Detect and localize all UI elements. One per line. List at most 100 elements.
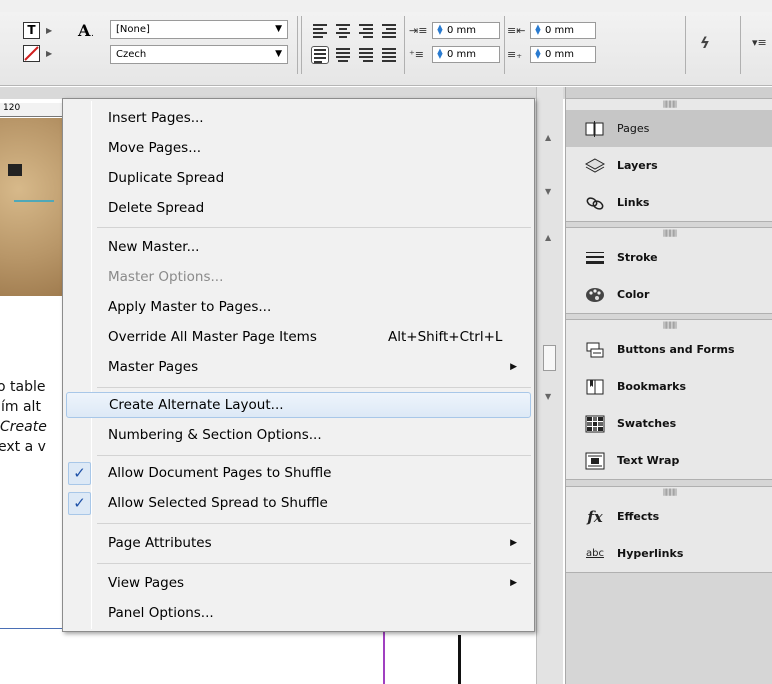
spinner-icon[interactable]: ▲ ▼ — [533, 48, 543, 60]
panel-item-pages[interactable]: Pages — [566, 110, 772, 147]
panel-item-label: Text Wrap — [617, 454, 680, 467]
hyperlinks-icon: abc — [586, 548, 604, 559]
triangle-right-icon[interactable]: ▶ — [46, 26, 52, 35]
scroll-up-icon[interactable]: ▲ — [545, 133, 551, 142]
menu-item-create-alternate-layout[interactable]: Create Alternate Layout... — [66, 392, 531, 418]
right-indent-field[interactable]: ▲ ▼ 0 mm — [530, 22, 596, 39]
language-dropdown[interactable]: Czech ▼ — [110, 45, 288, 64]
panel-item-effects[interactable]: fx Effects — [566, 498, 772, 535]
paragraph-style-dropdown[interactable]: [None] ▼ — [110, 20, 288, 39]
right-indent-icon: ≡⇤ — [507, 24, 526, 37]
panel-item-label: Pages — [617, 122, 650, 135]
submenu-arrow-icon: ▶ — [510, 578, 517, 588]
align-right-button[interactable] — [357, 22, 375, 40]
panel-item-label: Bookmarks — [617, 380, 686, 393]
pages-panel-menu: Insert Pages... Move Pages... Duplicate … — [62, 98, 535, 632]
menu-item-panel-options[interactable]: Panel Options... — [66, 601, 531, 627]
guide-line — [0, 628, 62, 629]
panel-item-links[interactable]: Links — [566, 184, 772, 221]
align-towards-spine-button[interactable] — [380, 22, 398, 40]
justify-left-button[interactable] — [311, 46, 329, 64]
document-text-line: ext a v — [0, 439, 46, 455]
links-icon — [584, 193, 606, 213]
last-line-indent-field[interactable]: ▲ ▼ 0 mm — [530, 46, 596, 63]
stroke-icon — [584, 248, 606, 268]
menu-item-label: Delete Spread — [108, 200, 205, 216]
menu-item-master-pages[interactable]: Master Pages ▶ — [66, 355, 531, 381]
align-center-button[interactable] — [334, 22, 352, 40]
panel-item-buttons-and-forms[interactable]: Buttons and Forms — [566, 331, 772, 368]
panel-item-text-wrap[interactable]: Text Wrap — [566, 442, 772, 479]
panel-menu-icon[interactable]: ▾≡ — [752, 36, 767, 49]
lightning-icon[interactable]: ϟ — [700, 34, 710, 52]
triangle-right-icon[interactable]: ▶ — [46, 49, 52, 58]
menu-item-allow-document-shuffle[interactable]: ✓ Allow Document Pages to Shuffle — [66, 461, 531, 487]
justify-all-button[interactable] — [380, 46, 398, 64]
panel-item-label: Swatches — [617, 417, 677, 430]
panel-dock: |||||||||| Pages Layers Links |||||||||| — [565, 87, 772, 684]
bookmarks-icon — [584, 377, 606, 397]
menu-item-apply-master[interactable]: Apply Master to Pages... — [66, 295, 531, 321]
menu-item-label: Allow Selected Spread to Shuffle — [108, 495, 328, 511]
menu-item-label: Override All Master Page Items — [108, 329, 317, 345]
panel-item-label: Hyperlinks — [617, 547, 684, 560]
menu-item-label: Create Alternate Layout... — [109, 397, 284, 413]
last-line-indent-value: 0 mm — [545, 49, 575, 60]
buttons-forms-icon — [584, 340, 606, 360]
menu-item-insert-pages[interactable]: Insert Pages... — [66, 106, 531, 132]
scroll-down-icon[interactable]: ▼ — [545, 392, 551, 401]
menu-item-label: View Pages — [108, 575, 185, 591]
panel-item-hyperlinks[interactable]: abc Hyperlinks — [566, 535, 772, 572]
menu-item-move-pages[interactable]: Move Pages... — [66, 136, 531, 162]
pages-panel-scrollbar[interactable]: ▲ ▼ ▲ ▼ — [536, 87, 563, 684]
pages-icon — [584, 119, 606, 139]
left-indent-field[interactable]: ▲ ▼ 0 mm — [432, 22, 500, 39]
spinner-icon[interactable]: ▲ ▼ — [533, 24, 543, 36]
panel-item-layers[interactable]: Layers — [566, 147, 772, 184]
panel-item-color[interactable]: Color — [566, 276, 772, 313]
panel-group: |||||||||| Stroke Color — [566, 227, 772, 314]
menu-item-page-attributes[interactable]: Page Attributes ▶ — [66, 531, 531, 557]
panel-item-bookmarks[interactable]: Bookmarks — [566, 368, 772, 405]
text-formatting-icon[interactable]: T — [23, 22, 40, 39]
margin-guide — [383, 632, 385, 684]
submenu-arrow-icon: ▶ — [510, 538, 517, 548]
spinner-icon[interactable]: ▲ ▼ — [435, 48, 445, 60]
menu-item-override-master-items[interactable]: Override All Master Page Items Alt+Shift… — [66, 325, 531, 351]
menu-item-new-master[interactable]: New Master... — [66, 235, 531, 261]
menu-separator — [97, 227, 531, 228]
spinner-icon[interactable]: ▲ ▼ — [435, 24, 445, 36]
menu-item-delete-spread[interactable]: Delete Spread — [66, 196, 531, 222]
panel-item-stroke[interactable]: Stroke — [566, 239, 772, 276]
panel-group: |||||||||| fx Effects abc Hyperlinks — [566, 486, 772, 573]
menu-item-duplicate-spread[interactable]: Duplicate Spread — [66, 166, 531, 192]
checkmark-icon: ✓ — [68, 492, 91, 515]
ruler-label: 120 — [3, 103, 21, 113]
stroke-none-icon[interactable] — [23, 45, 40, 62]
menu-item-allow-spread-shuffle[interactable]: ✓ Allow Selected Spread to Shuffle — [66, 491, 531, 517]
panel-item-swatches[interactable]: Swatches — [566, 405, 772, 442]
left-indent-icon: ⇥≡ — [409, 24, 428, 37]
panel-item-label: Stroke — [617, 251, 658, 264]
scroll-up-icon[interactable]: ▲ — [545, 233, 551, 242]
divider — [685, 16, 686, 74]
menu-item-label: Page Attributes — [108, 535, 212, 551]
menu-item-view-pages[interactable]: View Pages ▶ — [66, 571, 531, 597]
panel-dock-header — [566, 87, 772, 98]
menu-item-numbering-section-options[interactable]: Numbering & Section Options... — [66, 423, 531, 449]
align-left-button[interactable] — [311, 22, 329, 40]
grip-handle[interactable]: |||||||||| — [566, 487, 772, 498]
justify-right-button[interactable] — [357, 46, 375, 64]
first-line-indent-field[interactable]: ▲ ▼ 0 mm — [432, 46, 500, 63]
justify-center-button[interactable] — [334, 46, 352, 64]
scroll-down-icon[interactable]: ▼ — [545, 187, 551, 196]
menu-item-label: Master Options... — [108, 269, 224, 285]
scroll-thumb[interactable] — [543, 345, 556, 371]
grip-handle[interactable]: |||||||||| — [566, 228, 772, 239]
grip-handle[interactable]: |||||||||| — [566, 99, 772, 110]
menu-item-label: Allow Document Pages to Shuffle — [108, 465, 332, 481]
panel-item-label: Effects — [617, 510, 660, 523]
language-value: Czech — [116, 49, 147, 60]
menu-item-label: Duplicate Spread — [108, 170, 225, 186]
grip-handle[interactable]: |||||||||| — [566, 320, 772, 331]
